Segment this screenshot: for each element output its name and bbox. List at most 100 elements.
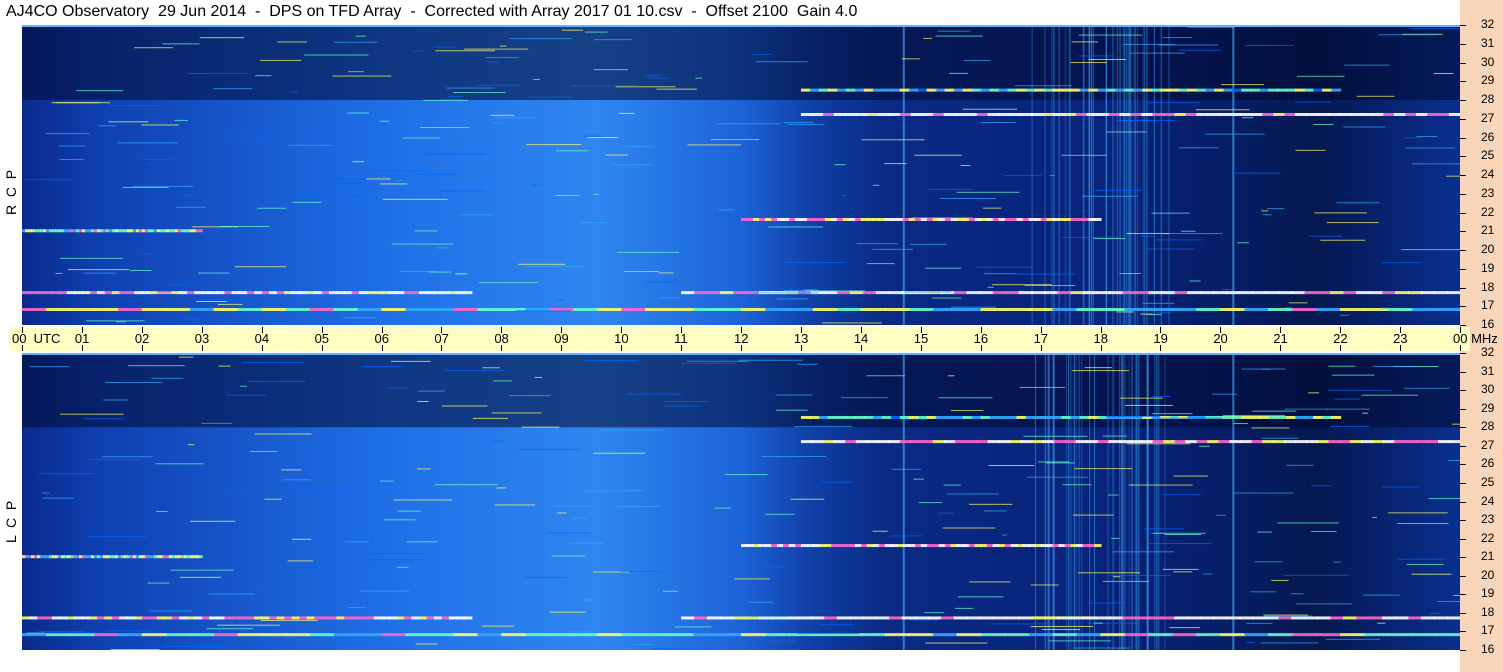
noise-trace <box>423 99 468 101</box>
noise-trace <box>508 395 551 397</box>
signal-band <box>1009 440 1022 444</box>
signal-band <box>899 88 910 92</box>
noise-trace <box>88 536 148 538</box>
noise-trace <box>924 612 944 614</box>
signal-band <box>329 291 338 295</box>
freq-tick-label: 24 <box>1481 167 1495 181</box>
noise-trace <box>680 362 736 364</box>
signal-band <box>441 616 450 620</box>
signal-band <box>998 544 1006 548</box>
noise-trace <box>632 643 655 645</box>
signal-band <box>1004 308 1030 311</box>
signal-band <box>908 308 934 311</box>
signal-band <box>1356 291 1371 295</box>
signal-band <box>822 440 835 444</box>
interference-line <box>1154 353 1156 650</box>
signal-band <box>917 415 928 419</box>
signal-band <box>1016 88 1027 92</box>
noise-trace <box>752 54 772 56</box>
interference-line <box>1156 353 1158 650</box>
freq-tick-label: 29 <box>1481 73 1495 88</box>
noise-trace <box>1404 137 1421 139</box>
signal-band <box>854 415 865 419</box>
signal-band <box>1070 544 1078 548</box>
noise-trace <box>1271 579 1289 581</box>
signal-band <box>1284 113 1297 116</box>
signal-band <box>1152 113 1165 116</box>
time-tick-mark <box>561 327 563 333</box>
interference-line <box>1068 353 1070 650</box>
noise-trace <box>1284 408 1329 410</box>
signal-band <box>1034 88 1045 92</box>
noise-trace <box>60 413 124 415</box>
noise-trace <box>1038 461 1070 463</box>
noise-trace <box>366 178 391 180</box>
signal-band <box>809 415 820 419</box>
signal-band <box>827 88 838 92</box>
noise-trace <box>103 399 128 401</box>
time-tick-label: 00 MHz <box>1453 331 1498 346</box>
noise-trace <box>164 645 229 647</box>
signal-band <box>1304 616 1319 620</box>
interference-line <box>1129 25 1131 325</box>
signal-band <box>357 308 383 311</box>
signal-band <box>776 544 784 548</box>
signal-band <box>1052 544 1060 548</box>
signal-band <box>418 616 428 620</box>
noise-trace <box>245 586 291 588</box>
interference-line <box>1089 353 1091 650</box>
signal-band <box>794 544 802 548</box>
signal-band <box>1169 88 1180 92</box>
signal-band <box>1434 291 1449 295</box>
noise-trace <box>117 142 178 144</box>
noise-trace <box>362 366 404 368</box>
noise-trace <box>1078 34 1143 36</box>
noise-trace <box>962 108 1018 110</box>
freq-tick-mark <box>1460 118 1466 120</box>
signal-band <box>1174 440 1187 444</box>
signal-band <box>1436 308 1460 311</box>
signal-band <box>1031 440 1044 444</box>
noise-trace <box>1074 468 1133 470</box>
noise-trace <box>1233 492 1294 494</box>
signal-band <box>1109 616 1124 620</box>
interference-line <box>1121 353 1123 650</box>
noise-trace <box>569 542 605 544</box>
noise-trace <box>187 444 195 446</box>
signal-band <box>971 415 982 419</box>
noise-trace <box>1088 58 1127 60</box>
noise-trace <box>199 37 245 39</box>
lcp-label: L C P <box>3 500 19 543</box>
time-tick-mark <box>860 345 862 351</box>
noise-trace <box>438 98 464 100</box>
noise-trace <box>768 640 797 642</box>
noise-trace <box>1453 594 1460 596</box>
signal-band <box>1226 616 1241 620</box>
interference-line <box>1144 25 1146 325</box>
signal-band <box>797 616 812 620</box>
signal-band <box>1213 291 1228 295</box>
signal-band <box>186 291 196 295</box>
signal-band <box>1416 440 1429 444</box>
signal-band <box>758 544 766 548</box>
signal-band <box>1262 113 1275 116</box>
signal-band <box>1064 544 1072 548</box>
noise-trace <box>1295 603 1352 605</box>
noise-trace <box>414 173 456 175</box>
noise-trace <box>805 290 865 292</box>
signal-band <box>36 291 46 295</box>
signal-band <box>976 440 989 444</box>
signal-band <box>681 616 696 620</box>
noise-trace <box>366 559 424 561</box>
noise-trace <box>593 193 600 195</box>
signal-band <box>830 218 838 221</box>
noise-trace <box>623 270 660 272</box>
signal-band <box>980 415 991 419</box>
interference-line <box>1232 25 1235 325</box>
signal-band <box>1046 218 1054 221</box>
signal-band <box>1220 308 1246 311</box>
signal-band <box>733 616 747 620</box>
signal-band <box>426 291 435 295</box>
time-tick-mark <box>1400 327 1402 333</box>
noise-trace <box>572 517 588 519</box>
